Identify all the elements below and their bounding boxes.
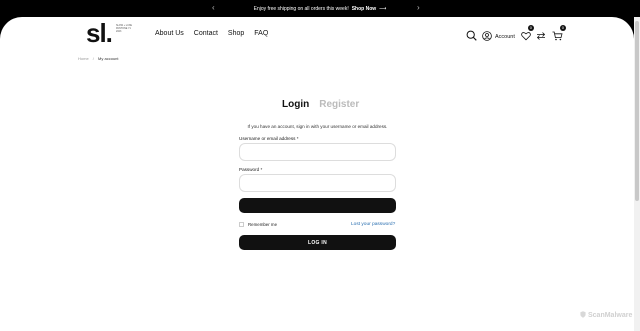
watermark-text: ScanMalware (588, 312, 633, 319)
shop-now-link[interactable]: Shop Now (352, 6, 376, 12)
compare-icon[interactable] (536, 28, 546, 46)
tab-register[interactable]: Register (319, 99, 359, 110)
login-intro-text: If you have an account, sign in with you… (247, 124, 388, 129)
logo-tagline: SLOW + LUXE PANTONE Y1 2023 (116, 24, 133, 33)
breadcrumb-separator: / (92, 56, 94, 61)
chevron-left-icon[interactable]: ‹ (212, 3, 215, 13)
lost-password-link[interactable]: Lost your password? (351, 222, 395, 227)
nav-contact[interactable]: Contact (194, 30, 218, 37)
arrow-right-icon[interactable]: ⟶ (379, 6, 386, 12)
search-icon[interactable] (466, 28, 477, 46)
login-button[interactable]: LOG IN (239, 235, 396, 250)
captcha-block[interactable] (239, 198, 396, 213)
breadcrumb: Home / My account (78, 56, 119, 61)
username-label: Username or email address * (239, 136, 299, 141)
nav-faq[interactable]: FAQ (254, 30, 268, 37)
breadcrumb-home[interactable]: Home (78, 56, 89, 61)
scrollbar[interactable] (634, 17, 640, 331)
announcement-bar: ‹ Enjoy free shipping on all orders this… (0, 0, 640, 17)
shield-icon (580, 311, 586, 320)
scanmalware-watermark: ScanMalware (580, 311, 632, 320)
tab-login[interactable]: Login (282, 99, 309, 110)
scrollbar-thumb[interactable] (635, 21, 639, 201)
logo-mark: sl. (86, 18, 113, 48)
site-logo[interactable]: sl. SLOW + LUXE PANTONE Y1 2023 (86, 18, 133, 48)
announcement-text: Enjoy free shipping on all orders this w… (253, 5, 349, 12)
nav-about-us[interactable]: About Us (155, 30, 184, 37)
breadcrumb-current: My account (98, 56, 119, 61)
account-label[interactable]: Account (495, 34, 515, 40)
header-icons: Account 0 0 (466, 25, 566, 46)
password-field[interactable] (239, 174, 396, 192)
auth-tabs: Login Register (282, 99, 359, 110)
nav-shop[interactable]: Shop (228, 30, 244, 37)
cart-icon[interactable]: 0 (552, 25, 566, 46)
heart-icon[interactable]: 0 (521, 25, 534, 46)
remember-me-label: Remember me (248, 222, 278, 227)
remember-me[interactable]: Remember me (239, 222, 277, 227)
account-icon[interactable] (482, 28, 492, 46)
cart-count-badge: 0 (559, 25, 566, 31)
password-label: Password * (239, 167, 263, 172)
chevron-right-icon[interactable]: › (417, 3, 420, 13)
username-field[interactable] (239, 143, 396, 161)
remember-me-checkbox[interactable] (239, 222, 244, 227)
main-nav: About Us Contact Shop FAQ (155, 30, 268, 37)
wishlist-count-badge: 0 (527, 25, 534, 31)
